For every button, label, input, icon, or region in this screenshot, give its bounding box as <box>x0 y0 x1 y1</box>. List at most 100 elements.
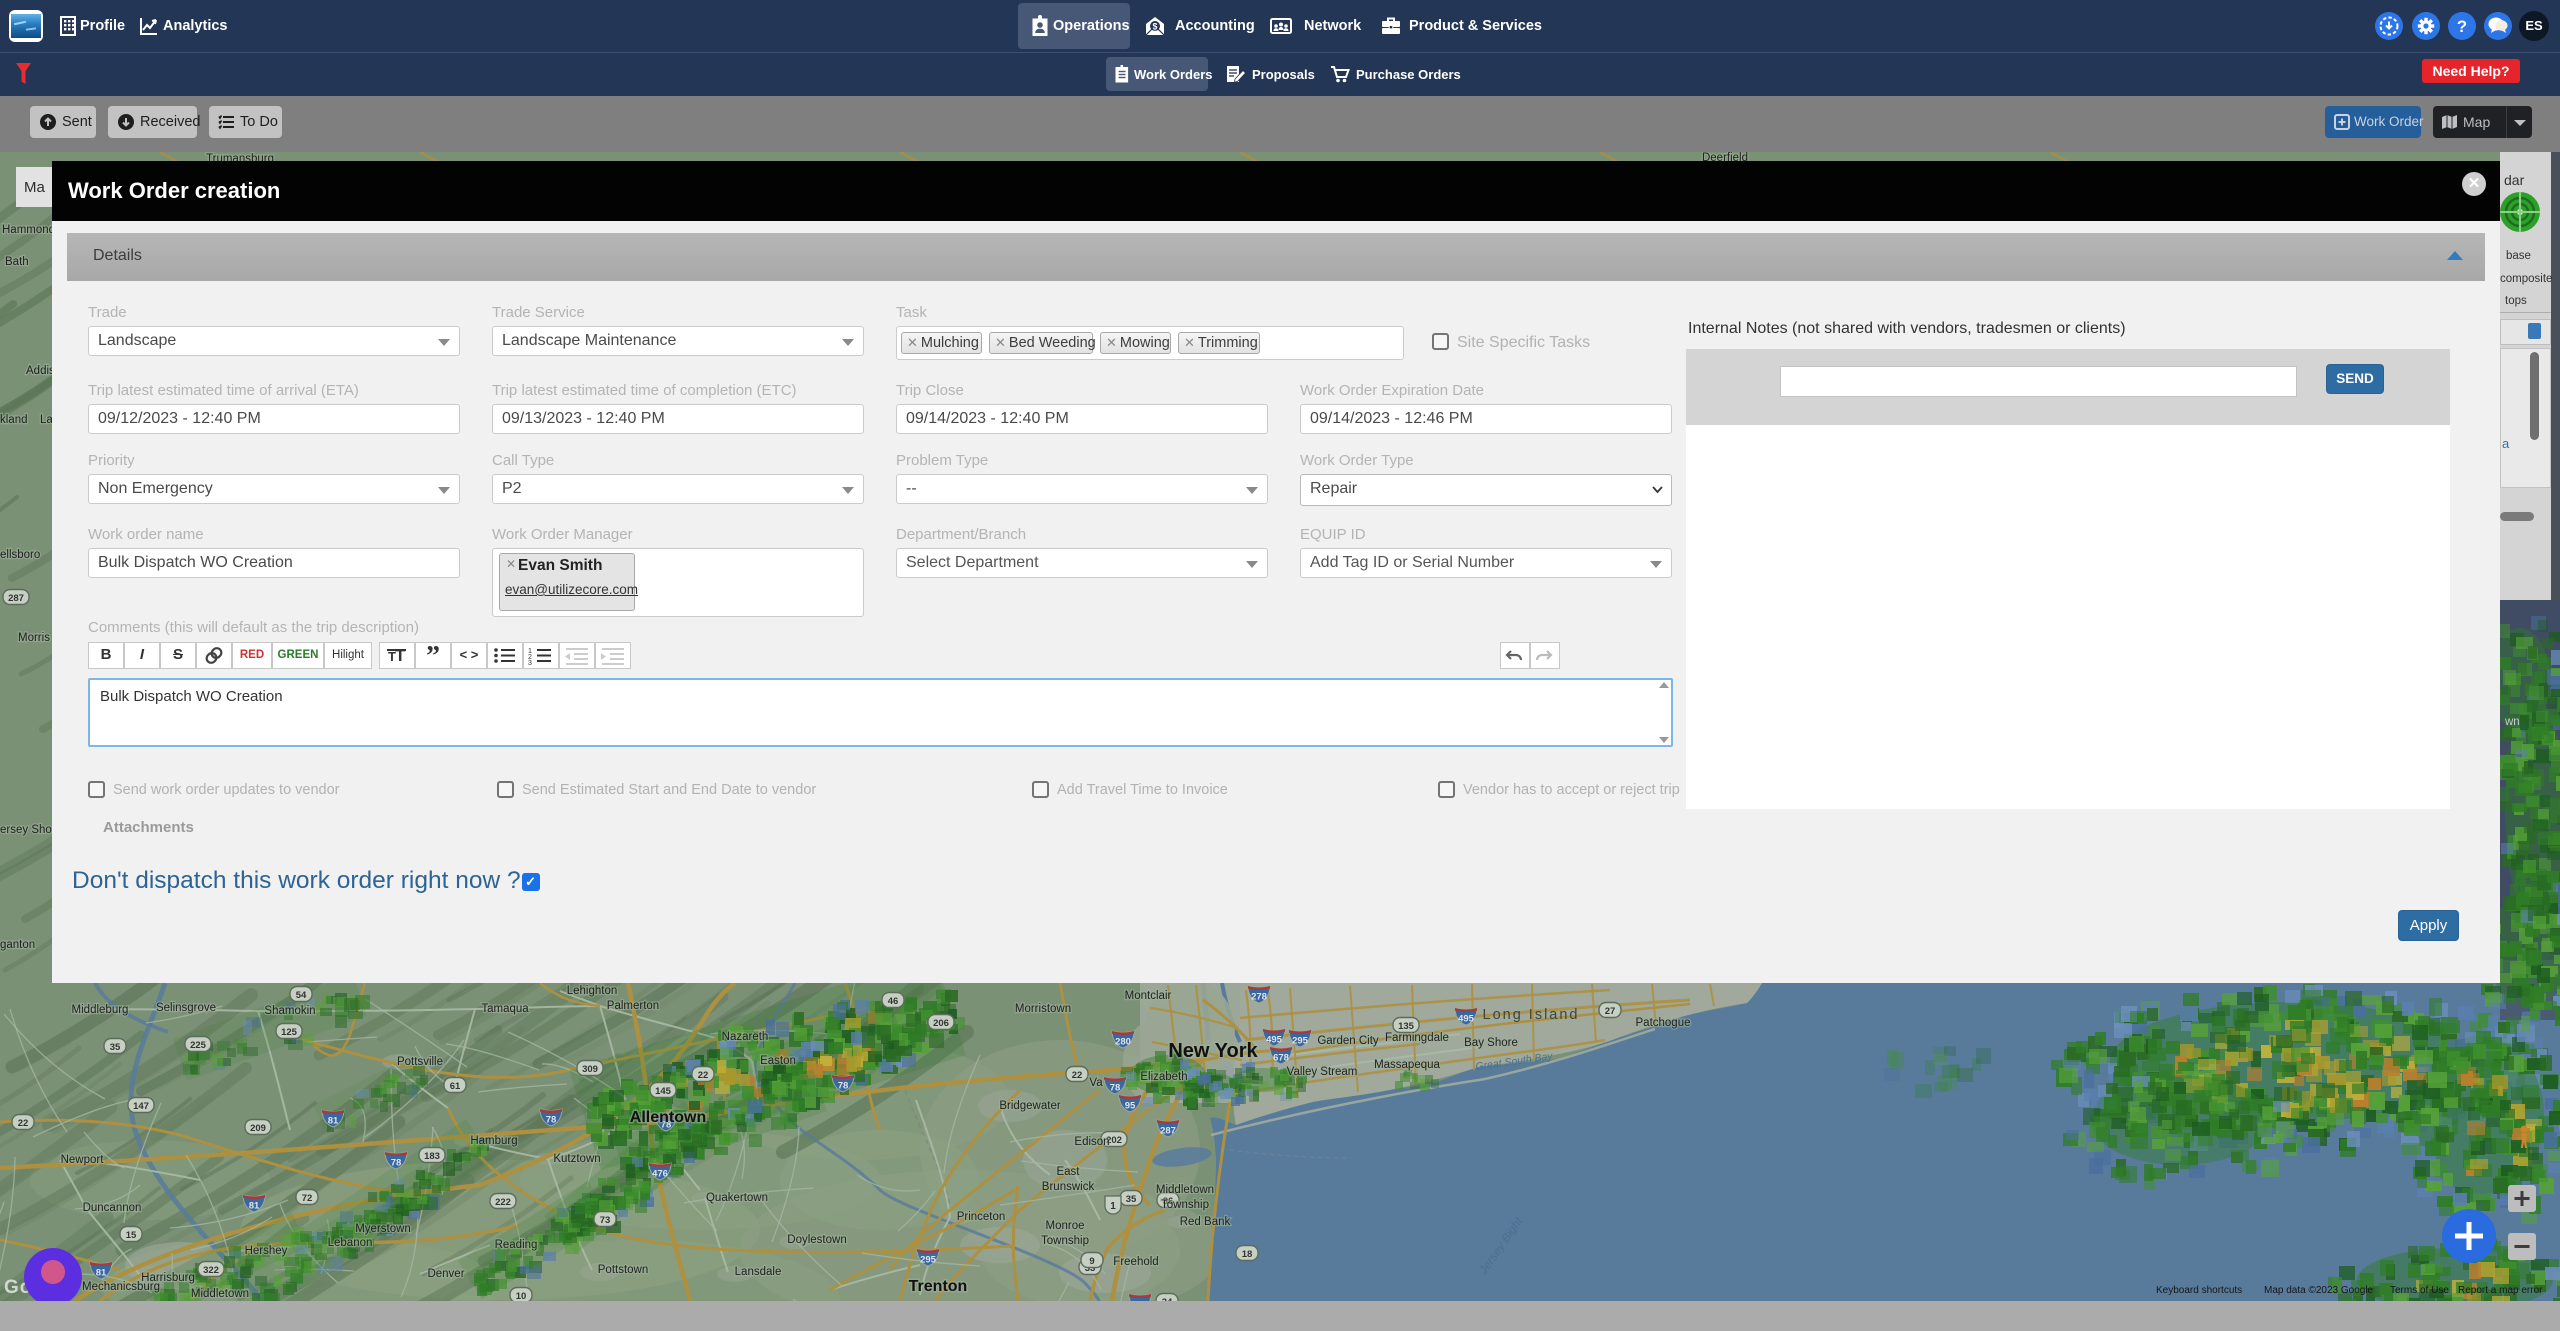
svg-text:East: East <box>1056 1166 1080 1178</box>
svg-text:Bridgewater: Bridgewater <box>999 1100 1061 1112</box>
svg-text:322: 322 <box>203 1265 219 1276</box>
svg-text:Morris: Morris <box>18 632 50 644</box>
svg-text:309: 309 <box>582 1064 598 1075</box>
svg-text:Easton: Easton <box>760 1055 796 1067</box>
svg-text:kland: kland <box>0 414 28 426</box>
svg-text:81: 81 <box>328 1116 339 1127</box>
svg-text:295: 295 <box>1292 1036 1309 1047</box>
svg-text:Shamokin: Shamokin <box>264 1005 315 1017</box>
svg-text:9: 9 <box>1089 1256 1094 1267</box>
svg-text:Princeton: Princeton <box>957 1211 1006 1223</box>
svg-text:Township: Township <box>1161 1199 1209 1211</box>
svg-text:Trenton: Trenton <box>909 1278 968 1295</box>
svg-text:Lansdale: Lansdale <box>735 1266 782 1278</box>
svg-text:Monroe: Monroe <box>1046 1220 1085 1232</box>
svg-text:3: 3 <box>528 660 532 667</box>
svg-text:54: 54 <box>296 990 307 1001</box>
svg-text:Hershey: Hershey <box>245 1245 288 1257</box>
svg-text:287: 287 <box>1160 1126 1176 1137</box>
svg-text:T: T <box>395 646 406 665</box>
svg-text:145: 145 <box>655 1086 672 1097</box>
svg-text:Edison: Edison <box>1074 1136 1109 1148</box>
svg-text:495: 495 <box>1266 1035 1283 1046</box>
svg-text:Quakertown: Quakertown <box>706 1192 768 1204</box>
svg-text:Terms of Use: Terms of Use <box>2390 1285 2449 1296</box>
svg-text:22: 22 <box>698 1070 709 1081</box>
svg-text:278: 278 <box>1251 992 1267 1003</box>
svg-text:78: 78 <box>546 1115 557 1126</box>
svg-text:New York: New York <box>1168 1040 1258 1062</box>
svg-text:Myerstown: Myerstown <box>355 1223 411 1235</box>
svg-text:Middletown: Middletown <box>191 1288 249 1300</box>
svg-text:95: 95 <box>1125 1101 1136 1112</box>
svg-text:Tamaqua: Tamaqua <box>481 1003 529 1015</box>
svg-text:125: 125 <box>281 1027 298 1038</box>
svg-text:78: 78 <box>1110 1083 1121 1094</box>
svg-text:46: 46 <box>888 996 899 1007</box>
svg-text:72: 72 <box>302 1193 313 1204</box>
svg-text:wn: wn <box>2504 716 2520 728</box>
svg-text:Valley Stream: Valley Stream <box>1287 1066 1358 1078</box>
svg-text:678: 678 <box>1273 1053 1289 1064</box>
svg-text:Pottstown: Pottstown <box>598 1264 649 1276</box>
svg-text:Montclair: Montclair <box>1125 990 1172 1002</box>
svg-text:225: 225 <box>190 1040 207 1051</box>
svg-text:Long Island: Long Island <box>1483 1007 1580 1023</box>
svg-text:78: 78 <box>838 1081 849 1092</box>
svg-text:Garden City: Garden City <box>1317 1035 1379 1047</box>
svg-text:Pottsville: Pottsville <box>397 1056 443 1068</box>
svg-text:61: 61 <box>450 1081 461 1092</box>
svg-text:295: 295 <box>920 1255 937 1266</box>
svg-text:135: 135 <box>1398 1021 1415 1032</box>
svg-text:Hamburg: Hamburg <box>470 1135 517 1147</box>
svg-text:Va: Va <box>1089 1077 1103 1089</box>
svg-text:Brunswick: Brunswick <box>1042 1181 1095 1193</box>
svg-text:Middletown: Middletown <box>1156 1184 1214 1196</box>
svg-text:Denver: Denver <box>427 1268 464 1280</box>
svg-text:Township: Township <box>1041 1235 1089 1247</box>
svg-text:Patchogue: Patchogue <box>1636 1017 1691 1029</box>
svg-text:1: 1 <box>1110 1201 1116 1212</box>
svg-text:15: 15 <box>126 1230 137 1241</box>
svg-text:280: 280 <box>1115 1037 1131 1048</box>
svg-text:81: 81 <box>249 1201 260 1212</box>
svg-text:Mechanicsburg: Mechanicsburg <box>82 1281 160 1293</box>
svg-text:81: 81 <box>96 1268 107 1279</box>
svg-text:209: 209 <box>250 1123 266 1134</box>
svg-text:Lebanon: Lebanon <box>328 1237 373 1249</box>
svg-text:Ma: Ma <box>24 179 45 196</box>
svg-text:Bath: Bath <box>5 256 29 268</box>
svg-text:Allentown: Allentown <box>630 1109 706 1126</box>
svg-text:495: 495 <box>1458 1014 1475 1025</box>
svg-text:Keyboard shortcuts: Keyboard shortcuts <box>2156 1285 2242 1296</box>
svg-text:$: $ <box>1152 22 1157 32</box>
svg-text:Doylestown: Doylestown <box>787 1234 846 1246</box>
svg-text:Elizabeth: Elizabeth <box>1140 1071 1187 1083</box>
svg-text:Palmerton: Palmerton <box>607 1000 659 1012</box>
svg-text:476: 476 <box>652 1169 668 1180</box>
svg-text:ganton: ganton <box>0 939 35 951</box>
svg-text:78: 78 <box>391 1158 402 1169</box>
svg-text:Red Bank: Red Bank <box>1180 1216 1231 1228</box>
svg-text:Lehighton: Lehighton <box>567 985 618 997</box>
svg-text:222: 222 <box>495 1197 511 1208</box>
svg-text:Selinsgrove: Selinsgrove <box>156 1002 216 1014</box>
svg-text:ersey Sho: ersey Sho <box>0 824 52 836</box>
svg-text:73: 73 <box>600 1215 611 1226</box>
svg-text:?: ? <box>2457 17 2467 36</box>
svg-text:Reading: Reading <box>495 1239 538 1251</box>
svg-text:Morristown: Morristown <box>1015 1003 1071 1015</box>
svg-text:ellsboro: ellsboro <box>0 549 40 561</box>
svg-text:27: 27 <box>1605 1006 1616 1017</box>
svg-text:Kutztown: Kutztown <box>553 1153 600 1165</box>
svg-text:Hammond: Hammond <box>2 224 55 236</box>
svg-text:Map data ©2023 Google: Map data ©2023 Google <box>2264 1285 2374 1296</box>
svg-text:Bay Shore: Bay Shore <box>1464 1037 1518 1049</box>
svg-text:206: 206 <box>933 1018 949 1029</box>
svg-text:10: 10 <box>516 1291 527 1301</box>
svg-text:22: 22 <box>18 1118 29 1129</box>
svg-text:Newport: Newport <box>61 1154 105 1166</box>
svg-text:Duncannon: Duncannon <box>83 1202 142 1214</box>
svg-text:Report a map error: Report a map error <box>2458 1285 2543 1296</box>
svg-text:147: 147 <box>133 1101 149 1112</box>
